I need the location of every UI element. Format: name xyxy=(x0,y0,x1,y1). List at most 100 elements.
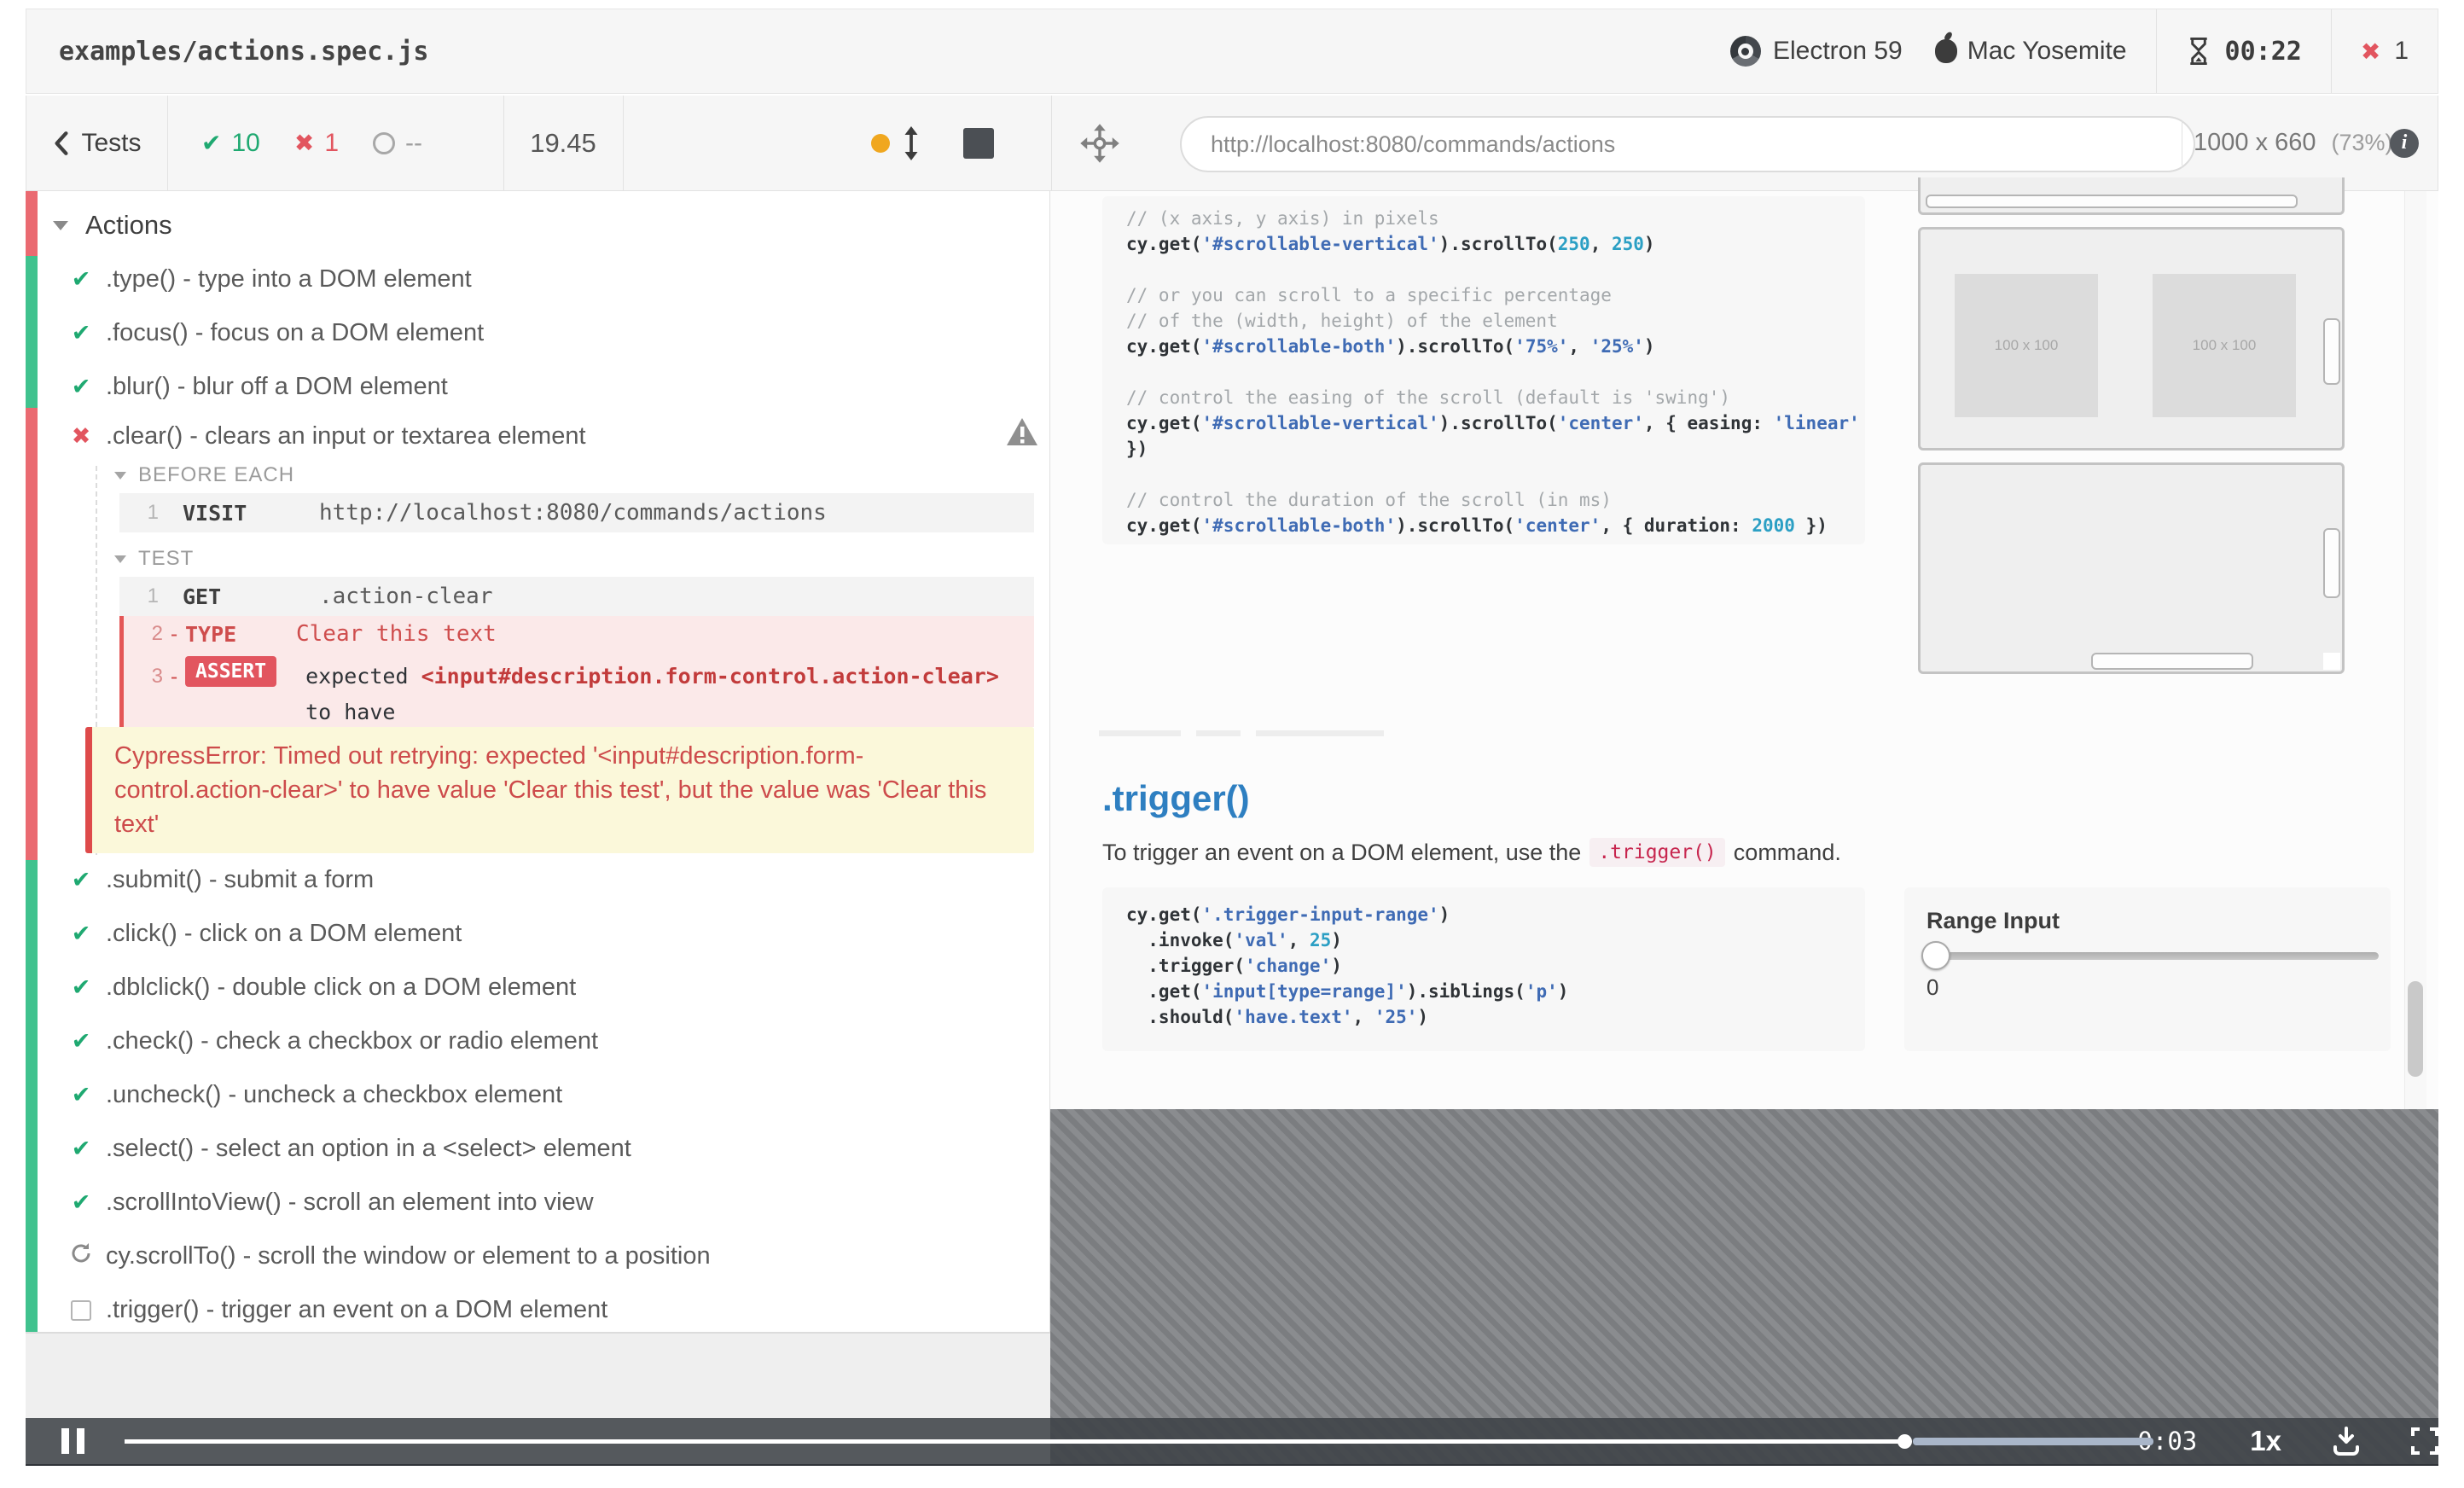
video-player-bar: -0:03 1x xyxy=(26,1418,2438,1466)
test-row[interactable]: ✔ .blur() - blur off a DOM element xyxy=(56,360,1037,414)
scroll-updown-icon[interactable] xyxy=(900,125,922,160)
progress-remaining xyxy=(1913,1438,2153,1445)
vertical-scrollbar-thumb[interactable] xyxy=(2323,318,2340,385)
test-label: .check() - check a checkbox or radio ele… xyxy=(106,1027,599,1055)
test-row[interactable]: ✔ .type() - type into a DOM element xyxy=(56,253,1037,306)
command-row-assert[interactable]: 3 - ASSERT expected <input#description.f… xyxy=(119,652,1034,796)
fullscreen-button[interactable] xyxy=(2411,1427,2438,1455)
command-row-get[interactable]: 1 GET .action-clear xyxy=(119,577,1034,616)
pass-check-icon: ✔ xyxy=(71,974,91,1000)
code-line: // (x axis, y axis) in pixels xyxy=(1126,208,1439,229)
test-row[interactable]: ✔ .check() - check a checkbox or radio el… xyxy=(56,1014,1037,1068)
test-row[interactable]: ✔ .submit() - submit a form xyxy=(56,853,1037,907)
info-icon: i xyxy=(2390,128,2419,158)
os-label: Mac Yosemite xyxy=(1967,37,2127,65)
range-input-panel: Range Input 0 xyxy=(1904,887,2391,1051)
pass-check-icon: ✔ xyxy=(71,1082,91,1107)
scrollable-vertical-box[interactable]: 100 x 100 100 x 100 xyxy=(1918,227,2345,450)
range-value: 0 xyxy=(1926,974,1939,1000)
passed-count: 10 xyxy=(231,128,260,157)
reporter-footer xyxy=(26,1332,1050,1418)
cypress-error-box[interactable]: CypressError: Timed out retrying: expect… xyxy=(85,727,1034,853)
pass-check-icon: ✔ xyxy=(71,266,91,292)
passed-stat[interactable]: ✔ 10 xyxy=(201,129,260,158)
stop-button[interactable] xyxy=(963,127,994,159)
horizontal-scrollbar-thumb[interactable] xyxy=(2091,653,2253,670)
elapsed-time: 00:22 xyxy=(2224,36,2302,67)
scrollable-horizontal-box[interactable] xyxy=(1918,177,2345,215)
test-row[interactable]: ✔ .uncheck() - uncheck a checkbox element xyxy=(56,1068,1037,1122)
apple-icon xyxy=(1934,39,1957,63)
download-button[interactable] xyxy=(2331,1427,2362,1456)
failed-stat[interactable]: ✖ 1 xyxy=(294,129,339,158)
code-line: }) xyxy=(1126,439,1148,459)
range-slider[interactable] xyxy=(1921,941,2379,970)
playback-speed-button[interactable]: 1x xyxy=(2250,1425,2281,1457)
progress-thumb[interactable] xyxy=(1897,1434,1912,1449)
autoscroll-dot-icon[interactable] xyxy=(871,133,890,153)
electron-browser-icon xyxy=(1729,36,1761,67)
pending-circle-icon xyxy=(373,131,395,154)
test-hook-header[interactable]: TEST xyxy=(114,544,194,573)
placeholder-image: 100 x 100 xyxy=(1955,274,2098,417)
test-row[interactable]: cy.scrollTo() - scroll the window or ele… xyxy=(56,1229,1037,1283)
test-label: .clear() - clears an input or textarea e… xyxy=(106,422,586,450)
trigger-section-heading[interactable]: .trigger() xyxy=(1102,778,1250,819)
inline-code: .trigger() xyxy=(1589,838,1725,867)
range-slider-thumb[interactable] xyxy=(1921,941,1950,970)
test-label: cy.scrollTo() - scroll the window or ele… xyxy=(106,1242,711,1270)
viewport-info-btn[interactable]: i xyxy=(2390,96,2439,190)
strip-suite-failed xyxy=(26,191,38,256)
fail-x-icon: ✖ xyxy=(71,423,91,449)
scrollable-both-box[interactable] xyxy=(1918,462,2345,674)
passed-check-icon: ✔ xyxy=(201,130,222,156)
code-line: // or you can scroll to a specific perce… xyxy=(1126,285,1612,305)
progress-played xyxy=(125,1439,1906,1444)
code-line: cy.get('#scrollable-both').scrollTo('75%… xyxy=(1126,336,1655,357)
test-list-after: ✔ .submit() - submit a form ✔ .click() - cl… xyxy=(56,853,1037,1337)
video-progress-bar[interactable] xyxy=(125,1433,2153,1450)
aut-scrollbar-thumb[interactable] xyxy=(2408,981,2423,1077)
test-row[interactable]: ✔ .select() - select an option in a <sele… xyxy=(56,1122,1037,1176)
strip-failing xyxy=(26,408,38,860)
test-list-passing: ✔ .type() - type into a DOM element ✔ .focu… xyxy=(56,253,1037,414)
before-each-header[interactable]: BEFORE EACH xyxy=(114,461,294,490)
browser-label: Electron 59 xyxy=(1772,37,1903,65)
test-row[interactable]: .trigger() - trigger an event on a DOM e… xyxy=(56,1283,1037,1337)
back-to-tests-button[interactable]: Tests xyxy=(26,96,167,190)
test-row[interactable]: ✔ .click() - click on a DOM element xyxy=(56,907,1037,961)
pause-button[interactable] xyxy=(61,1428,92,1454)
header-right: Electron 59 Mac Yosemite 00:22 ✖ 1 xyxy=(1701,9,2438,93)
failures-group: ✖ 1 xyxy=(2330,9,2438,93)
test-row[interactable]: ✔ .focus() - focus on a DOM element xyxy=(56,306,1037,360)
command-row-visit[interactable]: 1 VISIT http://localhost:8080/commands/a… xyxy=(119,493,1034,532)
fullscreen-icon xyxy=(2411,1427,2438,1455)
offscreen-stripes xyxy=(1050,1109,2438,1466)
selector-playground-icon[interactable] xyxy=(1078,122,1121,165)
vertical-scrollbar-thumb[interactable] xyxy=(2323,528,2340,598)
faded-text xyxy=(1256,730,1384,736)
test-label: .dblclick() - double click on a DOM elem… xyxy=(106,974,577,1001)
warning-triangle-icon[interactable] xyxy=(1005,416,1039,447)
test-label: .blur() - blur off a DOM element xyxy=(106,373,448,400)
test-label: .uncheck() - uncheck a checkbox element xyxy=(106,1081,563,1108)
aut-url-field[interactable]: http://localhost:8080/commands/actions xyxy=(1180,116,2195,172)
command-row-type[interactable]: 2 - TYPE Clear this text xyxy=(119,616,1034,652)
pass-check-icon: ✔ xyxy=(71,320,91,346)
horizontal-scrollbar-thumb[interactable] xyxy=(1926,195,2298,208)
suite-header[interactable]: Actions xyxy=(53,201,1026,249)
test-row[interactable]: ✔ .dblclick() - double click on a DOM ele… xyxy=(56,961,1037,1014)
aut-page-scrollbar[interactable] xyxy=(2404,191,2426,1109)
trigger-code-block: cy.get('.trigger-input-range') .invoke('… xyxy=(1102,887,1865,1051)
test-row-failed[interactable]: ✖ .clear() - clears an input or textarea… xyxy=(56,410,1037,463)
pass-check-icon: ✔ xyxy=(71,1028,91,1054)
test-row[interactable]: ✔ .scrollIntoView() - scroll an element i… xyxy=(56,1176,1037,1229)
viewport-zoom: (73%) xyxy=(2331,130,2393,155)
faded-text xyxy=(1196,730,1241,736)
pending-stat[interactable]: -- xyxy=(373,129,422,158)
strip-passing xyxy=(26,256,38,408)
code-line: // of the (width, height) of the element xyxy=(1126,311,1558,331)
